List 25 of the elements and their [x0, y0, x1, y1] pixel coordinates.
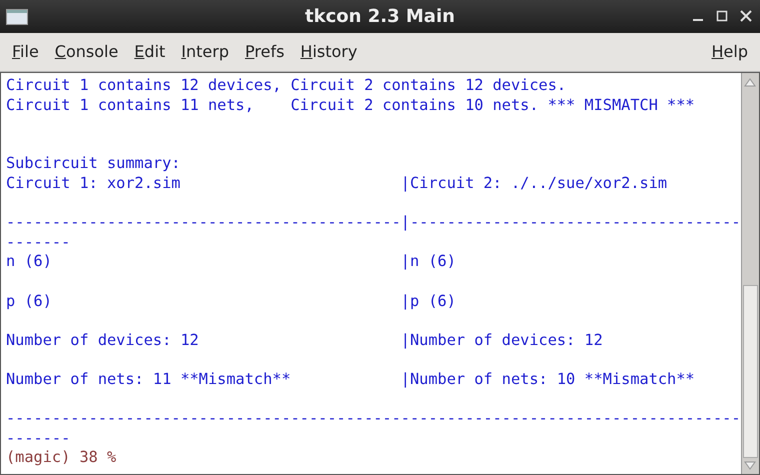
console-line: Circuit 1: xor2.sim |Circuit 2: ./../sue/xor2.sim	[6, 174, 668, 194]
window-icon	[6, 9, 28, 25]
console-line: -------	[6, 428, 72, 448]
console-line: -------	[6, 232, 72, 252]
console-line: Subcircuit summary:	[6, 154, 182, 174]
menu-item[interactable]: Interp	[173, 40, 237, 64]
console-line: p (6) |p (6)	[6, 292, 457, 312]
window-title: tkcon 2.3 Main	[305, 5, 455, 29]
menu-item[interactable]: Edit	[126, 40, 174, 64]
maximize-icon[interactable]	[714, 8, 730, 24]
menu-item[interactable]: File	[4, 40, 47, 64]
menu-item[interactable]: Help	[704, 40, 756, 64]
menu-item[interactable]: Console	[46, 40, 126, 64]
console-line: -------------------------------------------|------------------------------------	[6, 213, 742, 233]
console-line: Circuit 1 contains 12 devices, Circuit 2 contains 12 devices.	[6, 76, 568, 96]
console-line: Number of nets: 11 **Mismatch** |Number of nets: 10 **Mismatch**	[6, 370, 696, 390]
close-icon[interactable]	[738, 8, 754, 24]
menu-item[interactable]: Prefs	[237, 40, 292, 64]
console-line: Number of devices: 12 |Number of devices: 12	[6, 330, 604, 350]
console-prompt: (magic) 38 %	[6, 448, 118, 468]
menu-item[interactable]: History	[292, 40, 366, 64]
console-line: Circuit 1 contains 11 nets, Circuit 2 contains 10 nets. *** MISMATCH ***	[6, 96, 696, 116]
console-line: --------------------------------------------------------------------------------	[6, 409, 742, 429]
console-line: n (6) |n (6)	[6, 252, 457, 272]
scrollbar-thumb[interactable]	[743, 285, 758, 458]
